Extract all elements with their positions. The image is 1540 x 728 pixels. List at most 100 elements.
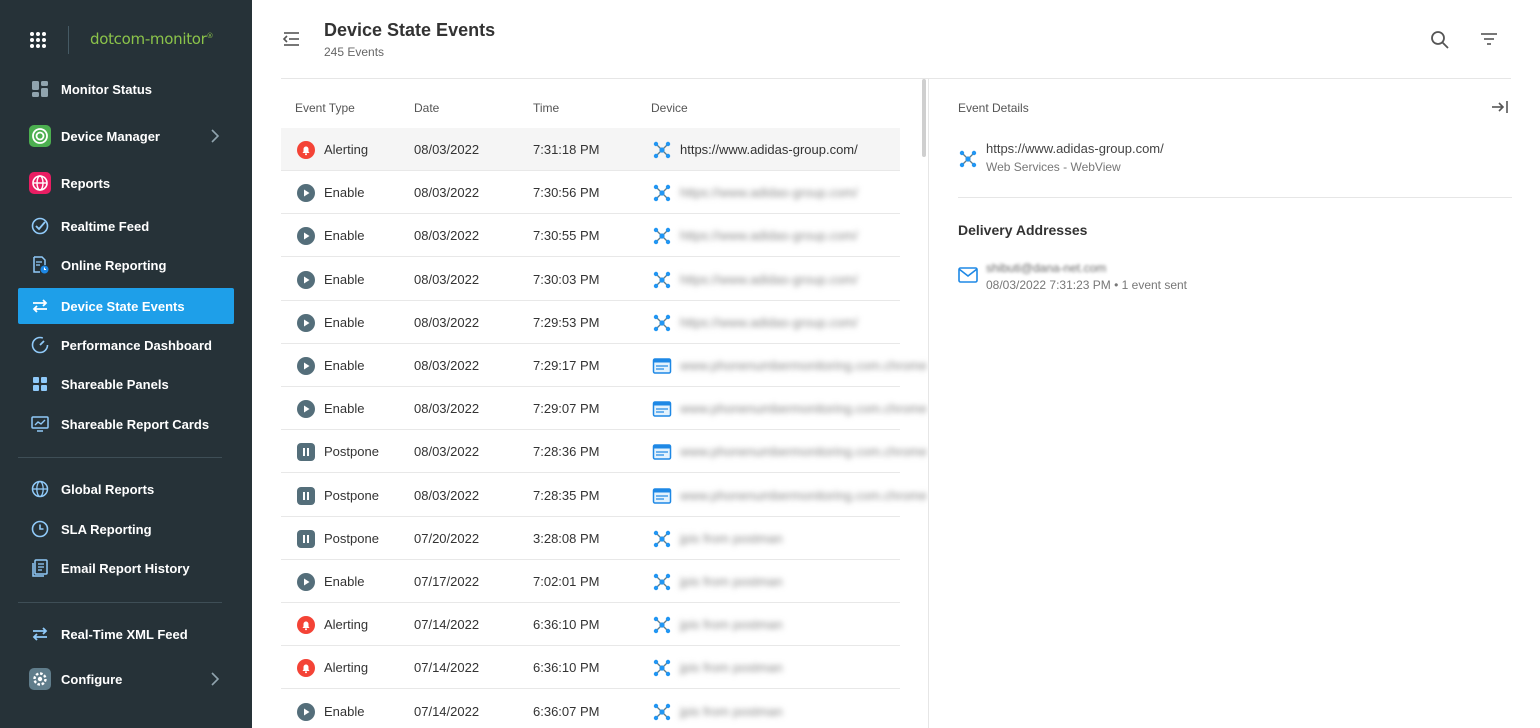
list-scrollbar[interactable] [922, 79, 926, 157]
sidebar-item-performance-dashboard[interactable]: Performance Dashboard [18, 327, 234, 363]
web-service-icon [652, 615, 672, 635]
web-service-icon [652, 313, 672, 333]
filter-icon[interactable] [1480, 32, 1498, 51]
event-type: Postpone [324, 487, 379, 503]
event-type: Alerting [324, 617, 369, 633]
device-name: www.phonenumbermonitoring.com.chrome [680, 444, 928, 460]
table-row[interactable]: Alerting 08/03/2022 7:31:18 PM https://www.… [281, 128, 900, 171]
sidebar-item-label: Device Manager [61, 128, 160, 144]
event-type: Postpone [324, 530, 379, 546]
device-name: jpis from postman [680, 530, 783, 546]
gear-icon [29, 668, 51, 690]
bell-alert-icon [297, 141, 315, 159]
sidebar-item-label: Realtime Feed [61, 218, 150, 234]
event-details-panel: Event Details https://www.adidas-group.c… [929, 79, 1512, 728]
event-date: 08/03/2022 [414, 142, 480, 157]
sidebar-item-configure[interactable]: Configure [18, 661, 234, 697]
clock-icon [29, 518, 51, 540]
play-icon [297, 270, 315, 289]
event-date: 07/20/2022 [414, 530, 480, 546]
search-icon[interactable] [1430, 30, 1450, 55]
delivery-addresses-heading: Delivery Addresses [958, 222, 1088, 238]
table-row[interactable]: Enable 08/03/2022 7:30:56 PM https://www.ad… [281, 171, 900, 215]
collapse-menu-icon[interactable] [282, 31, 300, 52]
sidebar-item-email-report-history[interactable]: Email Report History [18, 550, 234, 586]
event-time: 6:36:10 PM [533, 660, 600, 676]
sidebar-item-shareable-report-cards[interactable]: Shareable Report Cards [18, 406, 234, 442]
device-name: www.phonenumbermonitoring.com.chrome [680, 358, 928, 373]
play-icon [297, 702, 315, 721]
play-icon [297, 184, 315, 203]
event-date: 07/17/2022 [414, 574, 480, 589]
device-type: Web Services - WebView [986, 160, 1121, 174]
event-date: 08/03/2022 [414, 314, 480, 330]
sidebar-item-label: SLA Reporting [61, 521, 152, 537]
event-time: 7:29:53 PM [533, 314, 600, 330]
sidebar-item-online-reporting[interactable]: Online Reporting [18, 247, 234, 283]
sidebar-item-monitor-status[interactable]: Monitor Status [18, 71, 234, 107]
event-date: 08/03/2022 [414, 271, 480, 287]
play-icon [297, 573, 315, 591]
table-row[interactable]: Postpone 07/20/2022 3:28:08 PM jpis from po… [281, 517, 900, 560]
play-icon [297, 227, 315, 246]
gauge-icon [29, 334, 51, 356]
device-url[interactable]: https://www.adidas-group.com/ [986, 141, 1164, 156]
sidebar-divider [18, 457, 222, 458]
page-title: Device State Events [324, 20, 496, 40]
sidebar-item-real-time-xml-feed[interactable]: Real-Time XML Feed [18, 616, 234, 652]
event-time: 7:30:03 PM [533, 271, 600, 287]
table-row[interactable]: Alerting 07/14/2022 6:36:10 PM jpis from po… [281, 646, 900, 690]
column-header-device[interactable]: Device [651, 101, 688, 115]
web-service-icon [652, 702, 672, 722]
sidebar-item-realtime-feed[interactable]: Realtime Feed [18, 208, 234, 244]
sidebar-item-sla-reporting[interactable]: SLA Reporting [18, 511, 234, 547]
sidebar-item-reports[interactable]: Reports [18, 165, 234, 201]
table-row[interactable]: Enable 07/14/2022 6:36:07 PM jpis from post… [281, 690, 900, 728]
apps-grid-icon[interactable] [30, 32, 46, 48]
event-date: 07/14/2022 [414, 703, 480, 719]
event-type: Enable [324, 703, 365, 719]
events-table: Event Type Date Time Device Alerting 08/0… [281, 79, 928, 728]
device-name: jpis from postman [680, 574, 783, 589]
sidebar-item-global-reports[interactable]: Global Reports [18, 471, 234, 507]
sidebar-item-device-state-events[interactable]: Device State Events [18, 288, 234, 324]
table-row[interactable]: Enable 08/03/2022 7:29:53 PM https://www.ad… [281, 301, 900, 344]
table-row[interactable]: Enable 08/03/2022 7:29:17 PM www.phonenumbe… [281, 344, 927, 387]
table-row[interactable]: Enable 08/03/2022 7:30:03 PM https://www.ad… [281, 258, 900, 301]
sidebar-divider [18, 602, 222, 603]
table-row[interactable]: Enable 08/03/2022 7:29:07 PM www.phonenumbe… [281, 387, 927, 431]
column-header-time[interactable]: Time [533, 101, 559, 115]
table-row[interactable]: Postpone 08/03/2022 7:28:35 PM www.phonenum… [281, 474, 927, 517]
table-row[interactable]: Alerting 07/14/2022 6:36:10 PM jpis from po… [281, 603, 900, 647]
web-service-icon [958, 149, 978, 174]
sidebar-item-shareable-panels[interactable]: Shareable Panels [18, 366, 234, 402]
pause-icon [297, 486, 315, 505]
play-icon [297, 313, 315, 332]
table-row[interactable]: Enable 07/17/2022 7:02:01 PM jpis from post… [281, 560, 900, 603]
web-service-icon [652, 572, 672, 592]
sidebar-item-label: Device State Events [61, 298, 185, 314]
event-date: 07/14/2022 [414, 617, 480, 633]
sidebar: dotcom-monitor® Monitor Status Device Ma… [0, 0, 252, 728]
collapse-panel-icon[interactable] [1491, 100, 1509, 119]
play-icon [297, 357, 315, 375]
delivery-info: 08/03/2022 7:31:23 PM • 1 event sent [986, 278, 1188, 292]
browser-icon [652, 486, 672, 506]
pause-icon [297, 529, 315, 548]
event-time: 7:02:01 PM [533, 574, 600, 589]
device-name: jpis from postman [680, 617, 783, 633]
table-row[interactable]: Enable 08/03/2022 7:30:55 PM https://www.ad… [281, 214, 900, 258]
logo[interactable]: dotcom-monitor® [90, 30, 214, 48]
sidebar-item-label: Performance Dashboard [61, 337, 212, 353]
column-header-date[interactable]: Date [414, 101, 439, 115]
event-time: 6:36:07 PM [533, 703, 600, 719]
device-name: www.phonenumbermonitoring.com.chrome [680, 487, 928, 503]
mail-icon [958, 267, 978, 288]
event-type: Alerting [324, 660, 369, 676]
table-row[interactable]: Postpone 08/03/2022 7:28:36 PM www.phonenum… [281, 430, 927, 474]
history-icon [29, 557, 51, 579]
device-name: jpis from postman [680, 703, 783, 719]
event-date: 08/03/2022 [414, 487, 480, 503]
sidebar-item-device-manager[interactable]: Device Manager [18, 118, 234, 154]
column-header-event-type[interactable]: Event Type [295, 101, 355, 115]
